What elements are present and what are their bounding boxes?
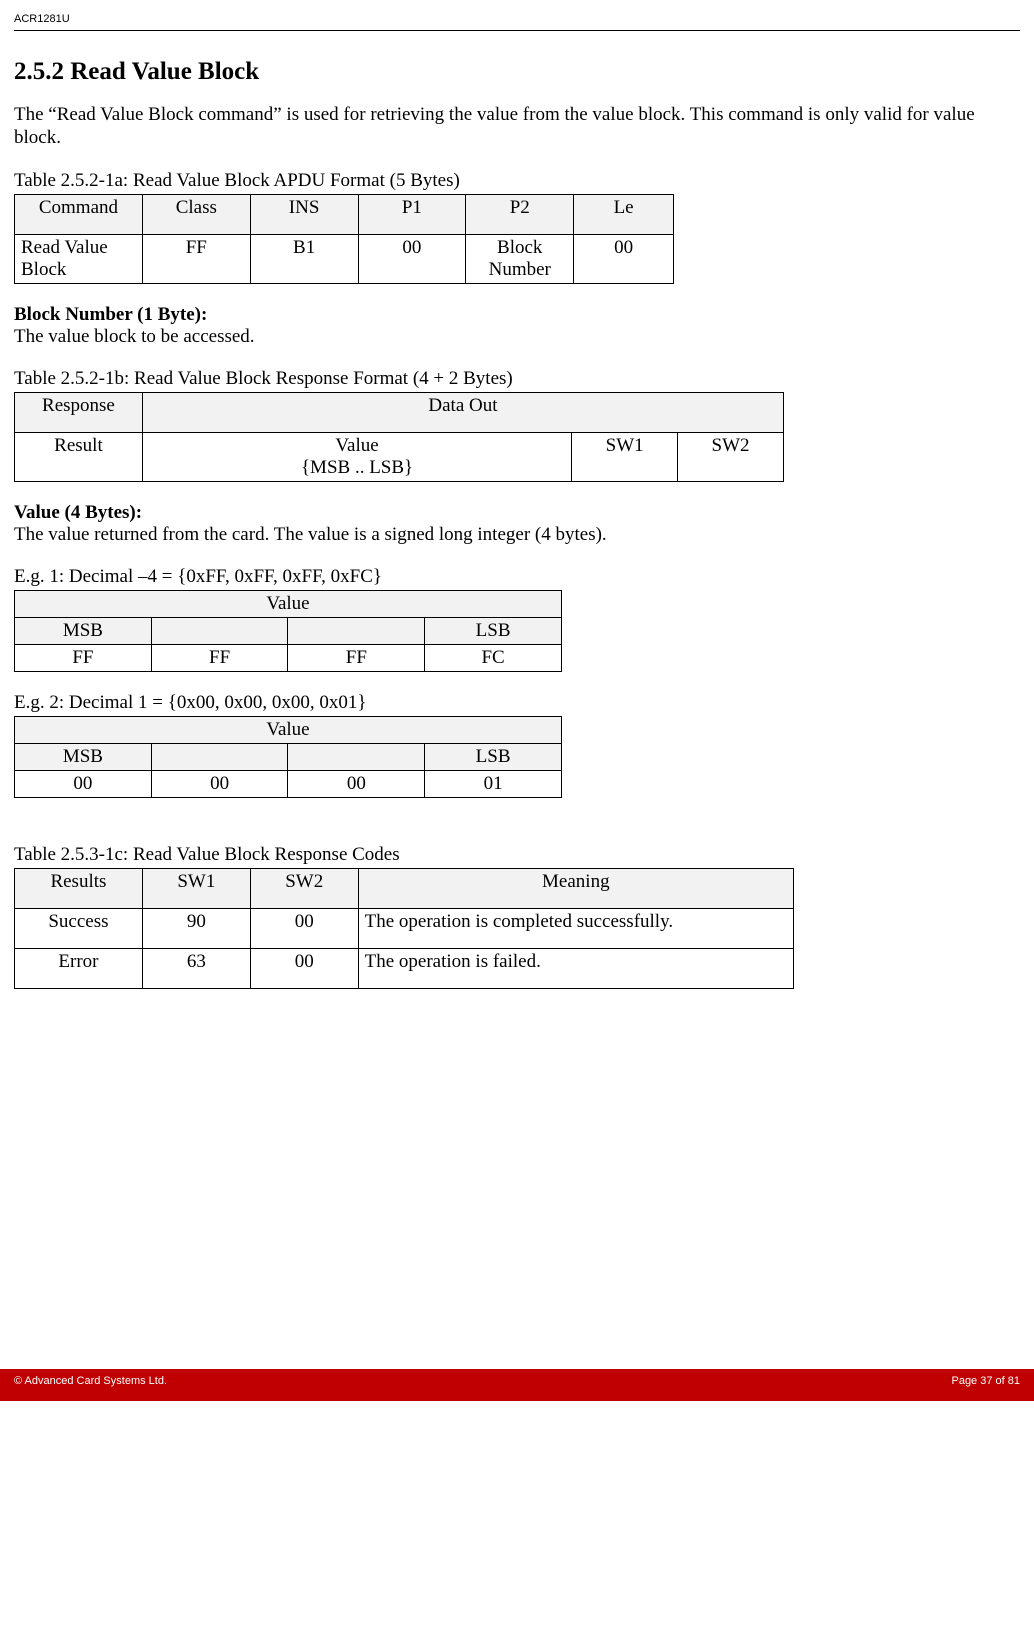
header-divider [14,30,1020,31]
section-title-text: Read Value Block [70,58,259,85]
table-cell [151,743,288,770]
table1-caption: Table 2.5.2-1a: Read Value Block APDU Fo… [14,170,1020,192]
table-header-cell: P2 [466,194,574,234]
footer-page: Page 37 of 81 [951,1375,1020,1387]
table-cell: The operation is completed successfully. [358,908,793,948]
table-header-cell: SW2 [250,868,358,908]
document-content: 2.5.2 Read Value Block The “Read Value B… [0,34,1034,999]
table-cell: 00 [250,908,358,948]
table-cell: FC [425,644,562,671]
table-header-cell: Meaning [358,868,793,908]
example2-table: Value MSB LSB 00 00 00 01 [14,716,562,798]
section-number: 2.5.2 [14,58,64,85]
table-row: Value [15,716,562,743]
table-cell: Value {MSB .. LSB} [142,432,571,481]
table-cell [288,617,425,644]
block-number-desc: The value block to be accessed. [14,326,1020,348]
example1-table: Value MSB LSB FF FF FF FC [14,590,562,672]
table-cell [288,743,425,770]
table-cell: FF [142,234,250,283]
table-cell: SW1 [572,432,678,481]
value-line2: {MSB .. LSB} [149,457,565,479]
table-row: Read Value Block FF B1 00 Block Number 0… [15,234,674,283]
table-header-cell: Le [574,194,674,234]
table-row: FF FF FF FC [15,644,562,671]
table-cell [151,617,288,644]
header-product: ACR1281U [14,13,70,25]
table-cell: 00 [358,234,466,283]
table-row: Success 90 00 The operation is completed… [15,908,794,948]
example2-caption: E.g. 2: Decimal 1 = {0x00, 0x00, 0x00, 0… [14,692,1020,714]
value-desc: The value returned from the card. The va… [14,524,1020,546]
table-cell: 00 [288,770,425,797]
table-cell: MSB [15,743,152,770]
table-row: 00 00 00 01 [15,770,562,797]
table-cell: 00 [574,234,674,283]
table-cell: SW2 [678,432,784,481]
table3-caption: Table 2.5.3-1c: Read Value Block Respons… [14,844,1020,866]
table-row: Command Class INS P1 P2 Le [15,194,674,234]
table-row: Response Data Out [15,392,784,432]
table-cell: B1 [250,234,358,283]
block-number-section: Block Number (1 Byte): The value block t… [14,304,1020,348]
table-cell: The operation is failed. [358,948,793,988]
value-label: Value (4 Bytes): [14,502,1020,524]
table-header-cell: Results [15,868,143,908]
table-cell: Read Value Block [15,234,143,283]
table-header-cell: Value [15,590,562,617]
table-cell: Block Number [466,234,574,283]
table-header-cell: Value [15,716,562,743]
table-header-cell: P1 [358,194,466,234]
table2-caption: Table 2.5.2-1b: Read Value Block Respons… [14,368,1020,390]
document-header: ACR1281U [0,0,1034,34]
table3: Results SW1 SW2 Meaning Success 90 00 Th… [14,868,794,989]
table-cell: 90 [142,908,250,948]
table-header-cell: Response [15,392,143,432]
example1-caption: E.g. 1: Decimal –4 = {0xFF, 0xFF, 0xFF, … [14,566,1020,588]
table-header-cell: Class [142,194,250,234]
table1: Command Class INS P1 P2 Le Read Value Bl… [14,194,674,284]
table-cell: Result [15,432,143,481]
table-cell: FF [15,644,152,671]
intro-paragraph: The “Read Value Block command” is used f… [14,104,1020,150]
block-number-label: Block Number (1 Byte): [14,304,1020,326]
table-header-cell: Command [15,194,143,234]
table-cell: 00 [15,770,152,797]
table-header-cell: INS [250,194,358,234]
table2: Response Data Out Result Value {MSB .. L… [14,392,784,482]
value-line1: Value [149,435,565,457]
table-row: Value [15,590,562,617]
table-row: Result Value {MSB .. LSB} SW1 SW2 [15,432,784,481]
footer-copyright: © Advanced Card Systems Ltd. [14,1375,167,1387]
table-cell: Error [15,948,143,988]
document-footer: © Advanced Card Systems Ltd. Page 37 of … [0,1369,1034,1401]
table-cell: FF [288,644,425,671]
table-row: MSB LSB [15,617,562,644]
table-cell: 00 [151,770,288,797]
table-header-cell: SW1 [142,868,250,908]
table-cell: LSB [425,743,562,770]
table-cell: LSB [425,617,562,644]
section-title: 2.5.2 Read Value Block [14,58,1020,86]
table-row: Error 63 00 The operation is failed. [15,948,794,988]
table-header-cell: Data Out [142,392,783,432]
table-cell: MSB [15,617,152,644]
table-row: MSB LSB [15,743,562,770]
table-cell: Success [15,908,143,948]
table-cell: 00 [250,948,358,988]
table-cell: 01 [425,770,562,797]
value-section: Value (4 Bytes): The value returned from… [14,502,1020,546]
table-cell: 63 [142,948,250,988]
table-row: Results SW1 SW2 Meaning [15,868,794,908]
table-cell: FF [151,644,288,671]
